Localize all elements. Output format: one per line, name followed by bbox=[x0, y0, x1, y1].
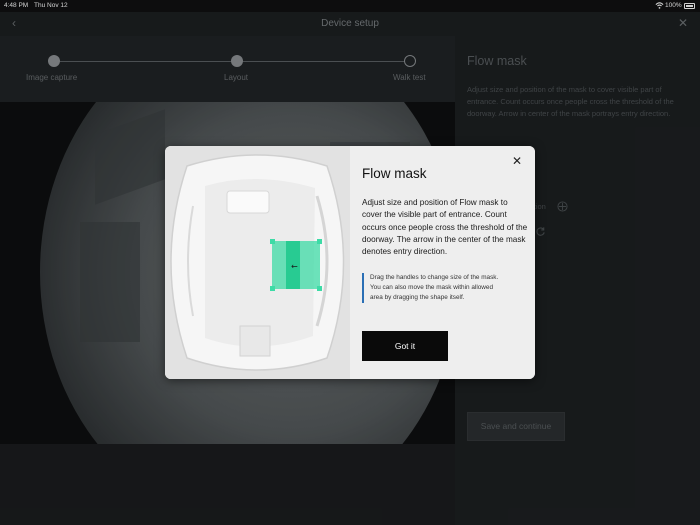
modal-close-icon[interactable]: ✕ bbox=[512, 154, 522, 168]
modal-body: Adjust size and position of Flow mask to… bbox=[362, 198, 528, 257]
flow-mask-illustration: ← bbox=[165, 146, 350, 379]
got-it-button[interactable]: Got it bbox=[362, 331, 448, 361]
modal-hint: Drag the handles to change size of the m… bbox=[362, 273, 502, 303]
modal-title: Flow mask bbox=[362, 166, 427, 181]
flow-mask-modal: ← ✕ Flow mask Adjust size and position o… bbox=[165, 146, 535, 379]
svg-text:←: ← bbox=[291, 262, 298, 271]
modal-content: ✕ Flow mask Adjust size and position of … bbox=[350, 146, 535, 379]
